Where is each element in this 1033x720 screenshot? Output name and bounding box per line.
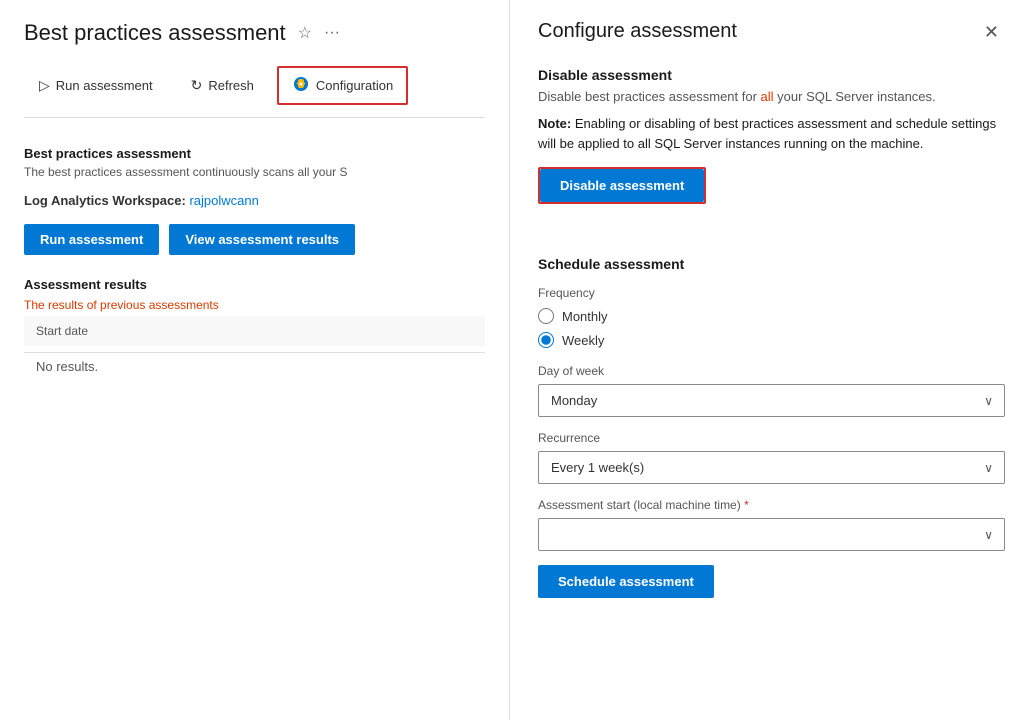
start-date-column: Start date — [24, 316, 485, 346]
more-options-icon[interactable]: ··· — [324, 24, 340, 42]
results-title: Assessment results — [24, 277, 485, 292]
recurrence-label: Recurrence — [538, 431, 1005, 445]
disable-assessment-button[interactable]: Disable assessment — [540, 169, 704, 202]
play-icon: ▷ — [39, 77, 50, 94]
required-star: * — [744, 498, 749, 512]
schedule-section: Schedule assessment Frequency Monthly We… — [538, 256, 1005, 598]
toolbar: ▷ Run assessment ↻ Refresh Configuration — [24, 66, 485, 118]
day-of-week-wrapper: Sunday Monday Tuesday Wednesday Thursday… — [538, 384, 1005, 417]
disable-section: Disable assessment Disable best practice… — [538, 67, 1005, 232]
weekly-radio-item[interactable]: Weekly — [538, 332, 1005, 348]
panel-title: Configure assessment — [538, 20, 737, 43]
assessment-start-label: Assessment start (local machine time) * — [538, 498, 1005, 512]
frequency-label: Frequency — [538, 286, 1005, 300]
disable-title: Disable assessment — [538, 67, 1005, 83]
monthly-radio[interactable] — [538, 308, 554, 324]
refresh-icon: ↻ — [191, 77, 203, 94]
run-assessment-label: Run assessment — [56, 78, 153, 93]
description-text: The best practices assessment continuous… — [24, 165, 485, 179]
description-text-content: The best practices assessment continuous… — [24, 165, 347, 179]
note-bold-label: Note: — [538, 116, 575, 131]
weekly-label: Weekly — [562, 333, 604, 348]
assessment-start-wrapper: ∨ — [538, 518, 1005, 551]
run-assessment-toolbar-button[interactable]: ▷ Run assessment — [24, 68, 168, 103]
workspace-label: Log Analytics Workspace: — [24, 193, 186, 208]
action-buttons: Run assessment View assessment results — [24, 224, 485, 255]
disable-desc-highlight: all — [761, 89, 774, 104]
disable-desc-before: Disable best practices assessment for — [538, 89, 761, 104]
refresh-label: Refresh — [208, 78, 254, 93]
panel-header: Configure assessment ✕ — [538, 20, 1005, 45]
configuration-toolbar-button[interactable]: Configuration — [277, 66, 408, 105]
disable-desc-after: your SQL Server instances. — [774, 89, 936, 104]
frequency-radio-group: Monthly Weekly — [538, 308, 1005, 348]
config-label: Configuration — [316, 78, 393, 93]
refresh-toolbar-button[interactable]: ↻ Refresh — [176, 68, 269, 103]
right-panel: Configure assessment ✕ Disable assessmen… — [510, 0, 1033, 720]
schedule-btn-wrapper: Schedule assessment — [538, 565, 1005, 598]
note-box: Note: Enabling or disabling of best prac… — [538, 114, 1005, 153]
workspace-value: rajpolwcann — [189, 193, 258, 208]
monthly-label: Monthly — [562, 309, 608, 324]
recurrence-select[interactable]: Every 1 week(s) Every 2 week(s) Every 3 … — [538, 451, 1005, 484]
view-results-button[interactable]: View assessment results — [169, 224, 355, 255]
day-of-week-label: Day of week — [538, 364, 1005, 378]
disable-desc: Disable best practices assessment for al… — [538, 89, 1005, 104]
monthly-radio-item[interactable]: Monthly — [538, 308, 1005, 324]
schedule-title: Schedule assessment — [538, 256, 1005, 272]
results-subtitle: The results of previous assessments — [24, 298, 485, 312]
run-assessment-button[interactable]: Run assessment — [24, 224, 159, 255]
workspace-line: Log Analytics Workspace: rajpolwcann — [24, 193, 485, 208]
favorite-icon[interactable]: ☆ — [298, 23, 312, 43]
close-button[interactable]: ✕ — [978, 20, 1005, 45]
day-of-week-select[interactable]: Sunday Monday Tuesday Wednesday Thursday… — [538, 384, 1005, 417]
note-normal-text: Enabling or disabling of best practices … — [538, 116, 996, 151]
page-title-text: Best practices assessment — [24, 20, 286, 46]
config-icon — [292, 75, 310, 96]
weekly-radio[interactable] — [538, 332, 554, 348]
assessment-start-text: Assessment start (local machine time) — [538, 498, 741, 512]
recurrence-wrapper: Every 1 week(s) Every 2 week(s) Every 3 … — [538, 451, 1005, 484]
page-title-bar: Best practices assessment ☆ ··· — [24, 20, 485, 46]
description-title: Best practices assessment — [24, 146, 485, 161]
no-results-row: No results. — [24, 352, 485, 380]
results-section: Assessment results The results of previo… — [24, 277, 485, 380]
schedule-assessment-button[interactable]: Schedule assessment — [538, 565, 714, 598]
assessment-start-select[interactable] — [538, 518, 1005, 551]
disable-btn-wrapper: Disable assessment — [538, 167, 706, 204]
left-panel: Best practices assessment ☆ ··· ▷ Run as… — [0, 0, 510, 720]
